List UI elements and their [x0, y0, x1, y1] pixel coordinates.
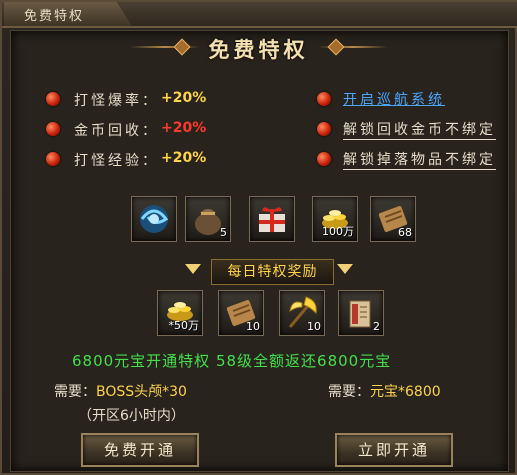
- stat-value-drop-rate: +20%: [161, 90, 207, 106]
- bullet-icon: [46, 92, 60, 106]
- bullet-icon: [317, 152, 331, 166]
- item-slot[interactable]: *50万: [157, 290, 203, 336]
- stat-value-exp: +20%: [161, 150, 207, 166]
- bullet-icon: [317, 122, 331, 136]
- stat-label-exp: 打怪经验：: [74, 153, 159, 169]
- daily-reward-title: 每日特权奖励: [227, 264, 318, 280]
- item-slot[interactable]: 100万: [312, 196, 358, 242]
- item-count: 100万: [322, 225, 354, 238]
- item-slot[interactable]: [249, 196, 295, 242]
- item-slot[interactable]: 10: [279, 290, 325, 336]
- requirement-value: 元宝*6800: [370, 384, 441, 400]
- triangle-down-icon: [337, 264, 353, 274]
- tab-label: 免费特权: [24, 9, 85, 24]
- free-requirement: 需要：BOSS头颅*30: [54, 381, 187, 401]
- bullet-icon: [46, 122, 60, 136]
- requirement-label: 需要：: [328, 384, 370, 400]
- daily-reward-header: 每日特权奖励: [211, 259, 334, 285]
- server-open-note: （开区6小时内）: [78, 408, 185, 424]
- page-title: 免费特权: [208, 38, 309, 62]
- item-count: 2: [373, 320, 380, 333]
- requirement-value: BOSS头颅*30: [96, 384, 187, 400]
- item-slot[interactable]: 10: [218, 290, 264, 336]
- stat-label-gold-recycle: 金币回收：: [74, 123, 159, 139]
- item-slot[interactable]: 68: [370, 196, 416, 242]
- gift-box-icon: [259, 207, 285, 232]
- bullet-icon: [317, 92, 331, 106]
- stat-label-drop-rate: 打怪爆率：: [74, 93, 159, 109]
- bullet-icon: [46, 152, 60, 166]
- item-count: 5: [220, 226, 227, 239]
- buy-activate-button[interactable]: 立即开通: [335, 433, 453, 467]
- item-count: *50万: [168, 319, 200, 332]
- title-bar: 免费特权: [2, 2, 517, 28]
- requirement-label: 需要：: [54, 384, 96, 400]
- privilege-price-info: 6800元宝开通特权 58级全额返还6800元宝: [72, 352, 392, 370]
- triangle-down-icon: [185, 264, 201, 274]
- stat-value-gold-recycle: +20%: [161, 120, 207, 136]
- perk-recycle-unbound: 解锁回收金币不绑定: [343, 119, 496, 140]
- item-slot[interactable]: 5: [185, 196, 231, 242]
- blue-orb-icon: [140, 205, 169, 233]
- item-count: 10: [246, 320, 260, 333]
- heading: 免费特权: [0, 34, 517, 64]
- paid-requirement: 需要：元宝*6800: [328, 381, 441, 401]
- item-count: 68: [398, 226, 412, 239]
- item-slot[interactable]: 2: [338, 290, 384, 336]
- perk-drop-unbound: 解锁掉落物品不绑定: [343, 149, 496, 170]
- item-slot[interactable]: [131, 196, 177, 242]
- cruise-system-link[interactable]: 开启巡航系统: [343, 89, 445, 109]
- tab-free-privilege[interactable]: 免费特权: [4, 2, 132, 26]
- free-activate-button[interactable]: 免费开通: [81, 433, 199, 467]
- item-count: 10: [307, 320, 321, 333]
